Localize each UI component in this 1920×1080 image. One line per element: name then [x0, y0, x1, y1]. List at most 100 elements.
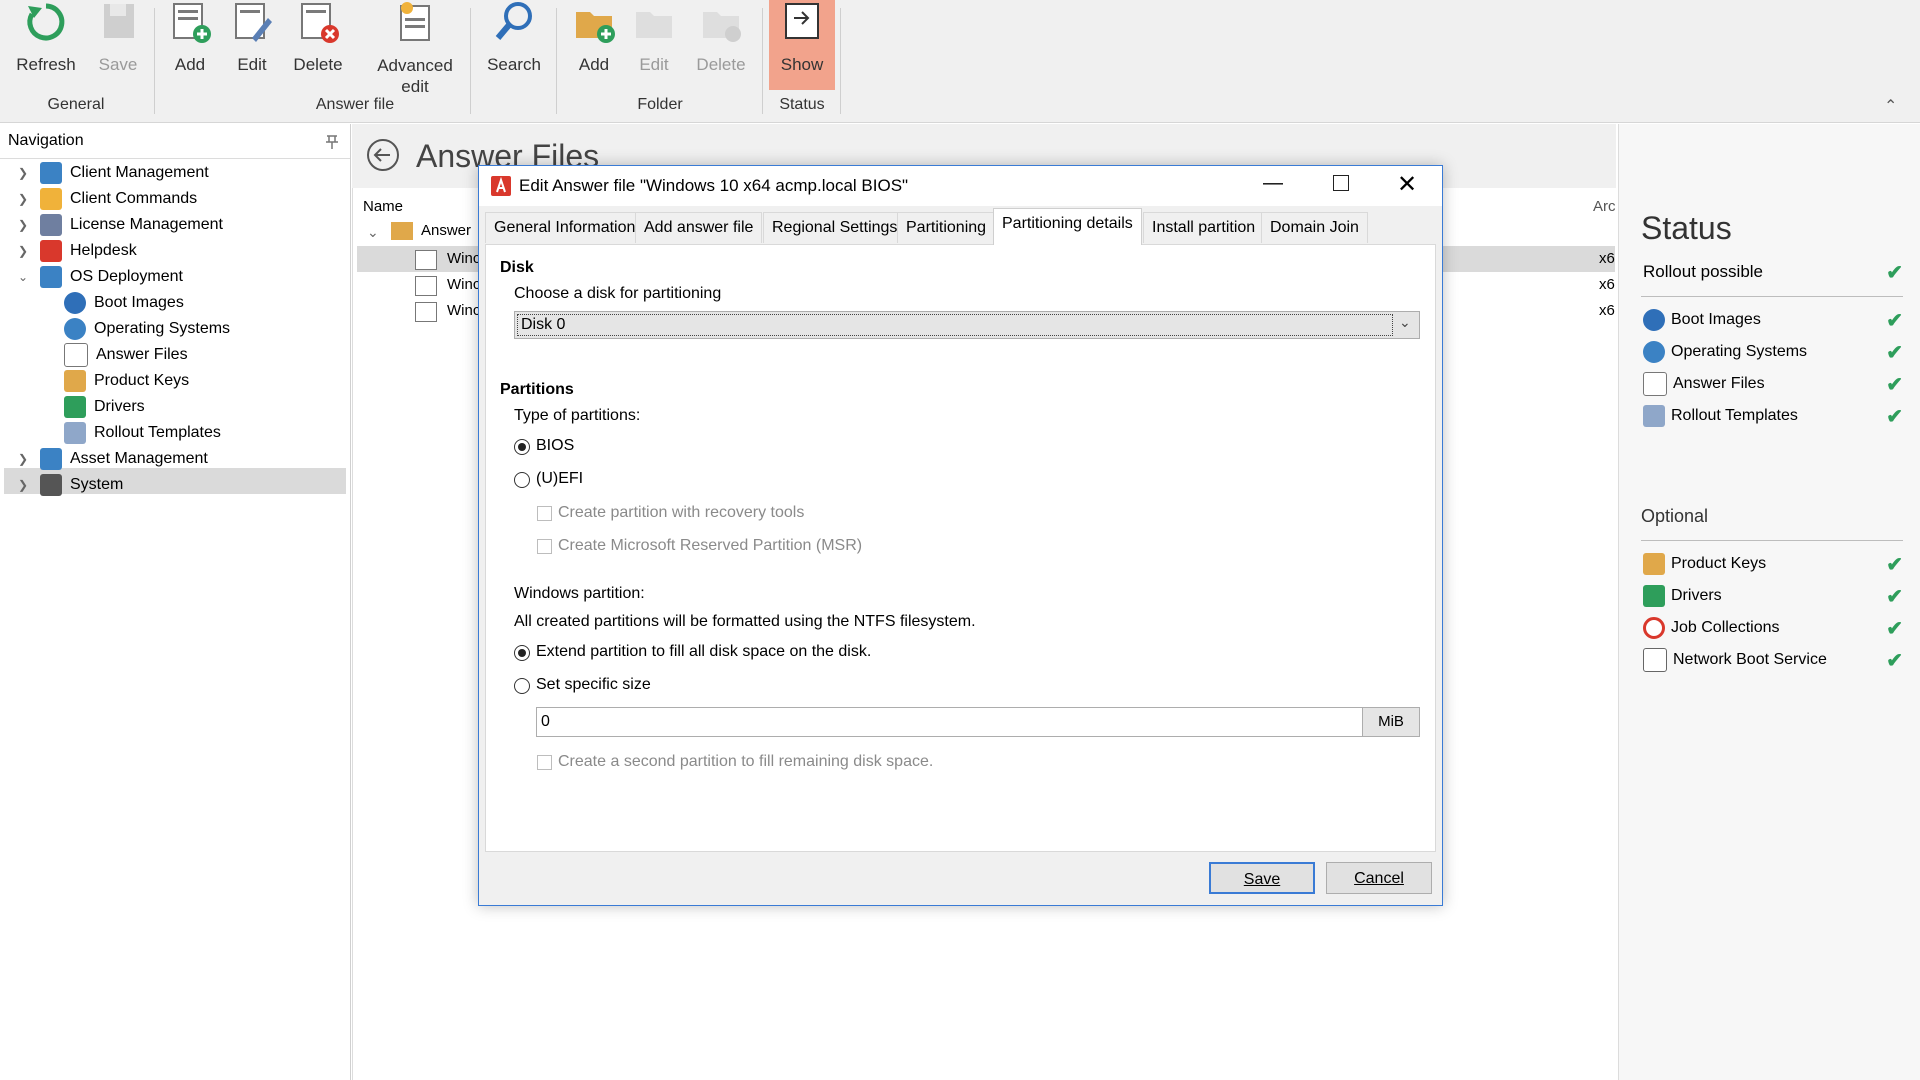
- checkmark-icon: ✔: [1886, 553, 1903, 576]
- close-icon[interactable]: ✕: [1397, 170, 1417, 199]
- status-item-job-collections[interactable]: Job Collections ✔: [1643, 614, 1903, 642]
- nav-item-boot-images[interactable]: Boot Images: [64, 290, 184, 316]
- answer-file-icon: [415, 302, 437, 322]
- radio-extend-partition[interactable]: [514, 645, 530, 661]
- group-status-label: Status: [779, 96, 825, 113]
- radio-bios-label[interactable]: BIOS: [536, 437, 574, 455]
- chevron-right-icon[interactable]: ❯: [16, 212, 30, 238]
- edit-answer-file-button[interactable]: Edit: [224, 0, 280, 75]
- status-item-operating-systems[interactable]: Operating Systems ✔: [1643, 338, 1903, 366]
- size-input[interactable]: 0 MiB: [536, 707, 1420, 737]
- checkmark-icon: ✔: [1886, 341, 1903, 364]
- navigation-header: Navigation: [0, 124, 350, 159]
- tab-add-answer-file[interactable]: Add answer file: [635, 212, 763, 243]
- save-ribbon-button[interactable]: Save: [86, 0, 150, 75]
- checkbox-msr[interactable]: [537, 539, 552, 554]
- nav-item-os-deployment[interactable]: ⌄ OS Deployment: [16, 264, 183, 290]
- row-name[interactable]: Winc: [447, 250, 480, 267]
- checkbox-msr-label[interactable]: Create Microsoft Reserved Partition (MSR…: [558, 537, 862, 555]
- radio-uefi[interactable]: [514, 472, 530, 488]
- minimize-icon[interactable]: —: [1263, 172, 1283, 195]
- status-item-answer-files[interactable]: Answer Files ✔: [1643, 370, 1903, 398]
- tab-partitioning[interactable]: Partitioning: [897, 212, 996, 243]
- back-arrow-icon[interactable]: [366, 138, 400, 172]
- column-header-arch[interactable]: Arc: [1593, 198, 1616, 215]
- nav-item-license-management[interactable]: ❯ License Management: [16, 212, 223, 238]
- navigation-title: Navigation: [8, 132, 84, 149]
- checkbox-recovery-tools[interactable]: [537, 506, 552, 521]
- advanced-edit-button[interactable]: Advanced edit: [370, 0, 460, 97]
- ntfs-note: All created partitions will be formatted…: [514, 613, 976, 630]
- checkbox-second-partition[interactable]: [537, 755, 552, 770]
- tab-general-information[interactable]: General Information: [485, 212, 645, 243]
- row-name[interactable]: Winc: [447, 276, 480, 293]
- folder-label[interactable]: Answer: [421, 222, 471, 239]
- chevron-right-icon[interactable]: ❯: [16, 186, 30, 212]
- tab-partitioning-details[interactable]: Partitioning details: [993, 208, 1142, 245]
- add-folder-button[interactable]: Add: [566, 0, 622, 75]
- nav-item-client-management[interactable]: ❯ Client Management: [16, 160, 209, 186]
- key-icon: [1643, 553, 1665, 575]
- server-icon: [1643, 648, 1667, 672]
- edit-folder-button[interactable]: Edit: [626, 0, 682, 75]
- tab-domain-join[interactable]: Domain Join: [1261, 212, 1368, 243]
- nav-item-client-commands[interactable]: ❯ Client Commands: [16, 186, 197, 212]
- rollout-template-icon: [1643, 405, 1665, 427]
- chevron-right-icon[interactable]: ❯: [16, 472, 30, 498]
- ribbon-separator: [840, 8, 841, 114]
- status-item-drivers[interactable]: Drivers ✔: [1643, 582, 1903, 610]
- radio-uefi-label[interactable]: (U)EFI: [536, 470, 583, 488]
- chevron-down-icon[interactable]: ⌄: [367, 224, 379, 241]
- nav-item-operating-systems[interactable]: Operating Systems: [64, 316, 230, 342]
- status-item-rollout-templates[interactable]: Rollout Templates ✔: [1643, 402, 1903, 430]
- pin-icon[interactable]: [324, 134, 340, 150]
- tab-regional-settings[interactable]: Regional Settings: [763, 212, 907, 243]
- show-status-button[interactable]: Show: [769, 0, 835, 90]
- chevron-down-icon[interactable]: ⌄: [1399, 314, 1411, 331]
- save-button[interactable]: Save: [1209, 862, 1315, 894]
- nav-item-product-keys[interactable]: Product Keys: [64, 368, 189, 394]
- status-item-product-keys[interactable]: Product Keys ✔: [1643, 550, 1903, 578]
- refresh-button[interactable]: Refresh: [14, 0, 78, 75]
- nav-item-helpdesk[interactable]: ❯ Helpdesk: [16, 238, 137, 264]
- maximize-icon[interactable]: [1333, 175, 1349, 191]
- chevron-right-icon[interactable]: ❯: [16, 160, 30, 186]
- nav-item-rollout-templates[interactable]: Rollout Templates: [64, 420, 221, 446]
- delete-answer-file-button[interactable]: Delete: [288, 0, 348, 75]
- os-icon: [1643, 341, 1665, 363]
- key-icon: [64, 370, 86, 392]
- radio-bios[interactable]: [514, 439, 530, 455]
- disk-prompt-label: Choose a disk for partitioning: [514, 285, 722, 302]
- nav-item-answer-files[interactable]: Answer Files: [64, 342, 188, 368]
- checkbox-recovery-tools-label[interactable]: Create partition with recovery tools: [558, 504, 804, 522]
- monitor-icon: [40, 162, 62, 184]
- disk-select[interactable]: Disk 0 ⌄: [514, 311, 1420, 339]
- radio-specific-size[interactable]: [514, 678, 530, 694]
- magnifier-icon: [495, 2, 532, 40]
- search-button[interactable]: Search: [482, 0, 546, 75]
- checkmark-icon: ✔: [1886, 261, 1903, 284]
- nav-item-system[interactable]: ❯ System: [16, 472, 123, 498]
- radio-extend-partition-label[interactable]: Extend partition to fill all disk space …: [536, 643, 871, 661]
- add-answer-file-button[interactable]: Add: [162, 0, 218, 75]
- status-item-network-boot-service[interactable]: Network Boot Service ✔: [1643, 646, 1903, 674]
- radio-specific-size-label[interactable]: Set specific size: [536, 676, 651, 694]
- collapse-ribbon-icon[interactable]: ⌃: [1884, 96, 1897, 116]
- show-status-icon: [785, 3, 819, 39]
- checkbox-second-partition-label[interactable]: Create a second partition to fill remain…: [558, 753, 933, 771]
- cancel-button[interactable]: Cancel: [1326, 862, 1432, 894]
- delete-folder-button[interactable]: Delete: [690, 0, 752, 75]
- dialog-titlebar[interactable]: Edit Answer file "Windows 10 x64 acmp.lo…: [479, 166, 1442, 206]
- row-name[interactable]: Winc: [447, 302, 480, 319]
- chevron-right-icon[interactable]: ❯: [16, 238, 30, 264]
- column-header-name[interactable]: Name: [363, 198, 403, 215]
- tab-install-partition[interactable]: Install partition: [1143, 212, 1265, 243]
- rollout-template-icon: [64, 422, 86, 444]
- nav-item-asset-management[interactable]: ❯ Asset Management: [16, 446, 208, 472]
- nav-item-drivers[interactable]: Drivers: [64, 394, 145, 420]
- chevron-right-icon[interactable]: ❯: [16, 446, 30, 472]
- answer-file-icon: [415, 276, 437, 296]
- chevron-down-icon[interactable]: ⌄: [16, 264, 30, 290]
- status-item-boot-images[interactable]: Boot Images ✔: [1643, 306, 1903, 334]
- puzzle-icon: [40, 188, 62, 210]
